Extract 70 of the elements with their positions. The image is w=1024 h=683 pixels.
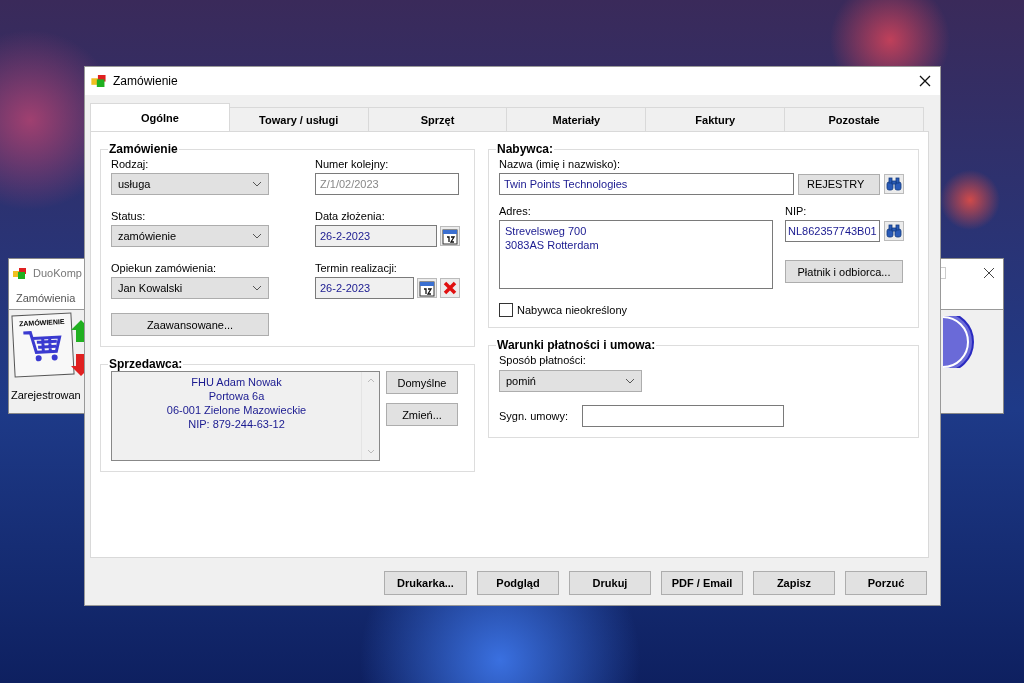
group-title: Sprzedawca: bbox=[109, 357, 183, 371]
field-label: Nazwa (imię i nazwisko): bbox=[499, 158, 622, 170]
footer-button[interactable]: Drukarka... bbox=[384, 571, 467, 595]
checkbox[interactable] bbox=[499, 303, 513, 317]
registry-dropdown-button[interactable]: REJESTRY bbox=[798, 173, 880, 195]
payer-button[interactable]: Płatnik i odbiorca... bbox=[785, 260, 903, 283]
cubes-icon bbox=[91, 75, 107, 87]
calendar-button[interactable] bbox=[440, 226, 460, 246]
footer-button[interactable]: Zapisz bbox=[753, 571, 835, 595]
address-field[interactable]: Strevelsweg 700 3083AS Rotterdam bbox=[499, 220, 773, 289]
clear-button[interactable] bbox=[440, 278, 460, 298]
address-line: FHU Adam Nowak bbox=[191, 375, 282, 389]
contract-field[interactable] bbox=[582, 405, 785, 427]
address-line: 06-001 Zielone Mazowieckie bbox=[166, 403, 307, 417]
close-icon[interactable] bbox=[919, 75, 931, 87]
date-field[interactable]: 26-2-2023 bbox=[315, 225, 437, 247]
calendar-icon bbox=[419, 279, 435, 297]
tab[interactable]: Ogólne bbox=[90, 103, 230, 131]
window-title: Zamówienie bbox=[113, 74, 178, 88]
group-title: Zamówienie bbox=[109, 142, 178, 156]
field-label: Adres: bbox=[499, 205, 532, 217]
seller-button[interactable]: Domyślne bbox=[386, 371, 458, 394]
shopping-cart-icon bbox=[22, 328, 64, 364]
footer-button[interactable]: Drukuj bbox=[569, 571, 651, 595]
calendar-icon bbox=[442, 227, 458, 245]
field-label: NIP: bbox=[785, 205, 808, 217]
close-icon bbox=[443, 281, 457, 295]
tax-id-field[interactable]: NL862357743B01 bbox=[785, 220, 880, 242]
advanced-button[interactable]: Zaawansowane... bbox=[111, 313, 269, 336]
tab[interactable]: Pozostałe bbox=[784, 107, 924, 131]
field-label: Opiekun zamówienia: bbox=[111, 262, 218, 274]
chevron-down-icon bbox=[252, 181, 262, 187]
help-icon[interactable] bbox=[943, 316, 975, 368]
dropdown[interactable]: zamówienie bbox=[111, 225, 269, 247]
address-line: NIP: 879-244-63-12 bbox=[188, 417, 285, 431]
chevron-down-icon bbox=[252, 285, 262, 291]
field-label: Sygn. umowy: bbox=[499, 410, 569, 422]
dropdown[interactable]: Jan Kowalski bbox=[111, 277, 269, 299]
field-label: Status: bbox=[111, 210, 147, 222]
search-button[interactable] bbox=[884, 221, 904, 241]
date-field[interactable]: 26-2-2023 bbox=[315, 277, 414, 299]
footer-button[interactable]: Podgląd bbox=[477, 571, 559, 595]
dropdown[interactable]: usługa bbox=[111, 173, 269, 195]
field-label: Termin realizacji: bbox=[315, 262, 398, 274]
checkbox-label: Nabywca nieokreślony bbox=[517, 304, 628, 316]
dropdown[interactable]: pomiń bbox=[499, 370, 642, 392]
status-label: Zarejestrowan bbox=[11, 389, 81, 401]
search-button[interactable] bbox=[884, 174, 904, 194]
calendar-button[interactable] bbox=[417, 278, 437, 298]
address-line: Portowa 6a bbox=[208, 389, 265, 403]
field-label: Data złożenia: bbox=[315, 210, 386, 222]
address-line: 3083AS Rotterdam bbox=[505, 238, 600, 252]
group-title: Nabywca: bbox=[497, 142, 554, 156]
chevron-down-icon bbox=[625, 378, 635, 384]
footer-button[interactable]: PDF / Email bbox=[661, 571, 743, 595]
binoculars-icon bbox=[886, 224, 902, 238]
field-label: Sposób płatności: bbox=[499, 354, 587, 366]
cubes-icon bbox=[13, 267, 27, 279]
field-label: Rodzaj: bbox=[111, 158, 150, 170]
address-line: Strevelsweg 700 bbox=[505, 224, 588, 238]
chevron-down-icon bbox=[252, 233, 262, 239]
name-field[interactable]: Twin Points Technologies bbox=[499, 173, 794, 195]
field-label: Numer kolejny: bbox=[315, 158, 390, 170]
seller-button[interactable]: Zmień... bbox=[386, 403, 458, 426]
close-icon[interactable] bbox=[983, 267, 995, 279]
menu-item[interactable]: Zamówienia bbox=[16, 292, 76, 304]
group-title: Warunki płatności i umowa: bbox=[497, 338, 656, 352]
footer-button[interactable]: Porzuć bbox=[845, 571, 927, 595]
binoculars-icon bbox=[886, 177, 902, 191]
window-title: DuoKomp bbox=[33, 267, 82, 279]
